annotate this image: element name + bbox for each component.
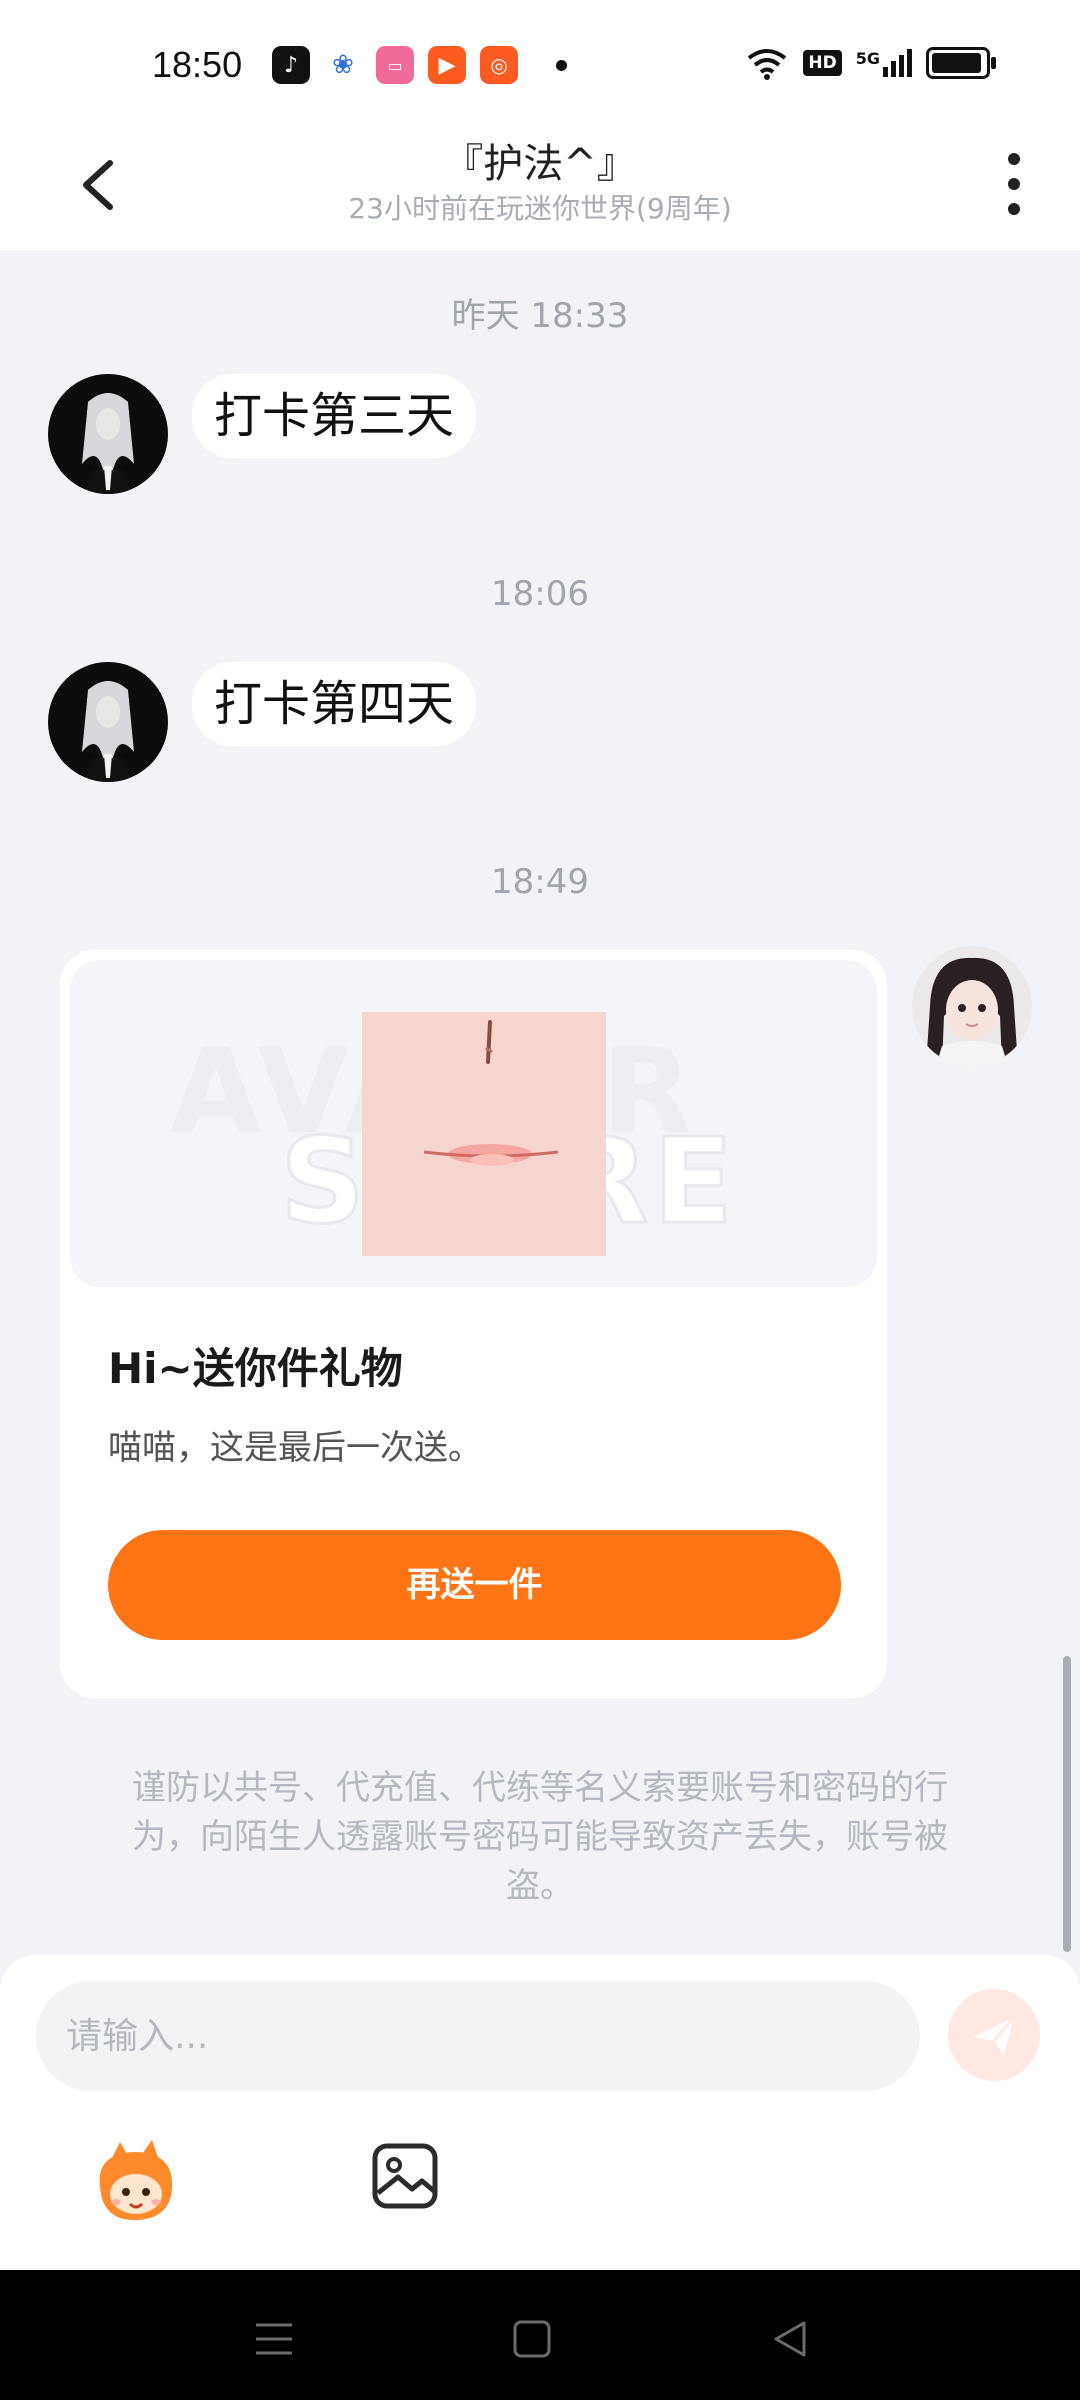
- message-input[interactable]: [36, 1981, 920, 2091]
- back-triangle-icon[interactable]: [766, 2315, 814, 2363]
- contact-avatar[interactable]: [48, 662, 168, 782]
- message-timestamp: 18:06: [491, 574, 589, 614]
- bilibili-icon: ▭: [376, 46, 414, 84]
- status-app-icons: ♪ ❀ ▭ ▶ ◎: [272, 46, 567, 84]
- home-icon[interactable]: [508, 2315, 556, 2363]
- wifi-icon: [748, 49, 787, 80]
- emoji-mascot-icon[interactable]: [90, 2140, 180, 2230]
- network-label: 5G: [855, 49, 880, 68]
- gift-image-area: AVATAR STORE: [70, 960, 877, 1287]
- gift-description: 喵喵，这是最后一次送。: [108, 1428, 482, 1468]
- security-warning: 谨防以共号、代充值、代练等名义索要账号和密码的行为，向陌生人透露账号密码可能导致…: [132, 1768, 948, 1906]
- chat-header: 『护法^』 23小时前在玩迷你世界(9周年): [0, 125, 1080, 250]
- hd-icon: HD: [803, 50, 842, 76]
- video-player-icon: ▶: [428, 46, 466, 84]
- send-icon: [974, 2016, 1016, 2055]
- status-indicators: HD 5G: [745, 46, 996, 80]
- menu-icon[interactable]: [250, 2315, 298, 2363]
- status-bar: 18:50 ♪ ❀ ▭ ▶ ◎ HD 5G: [0, 0, 1080, 125]
- 5g-signal-icon: 5G: [856, 49, 912, 77]
- input-area: [0, 1955, 1080, 2270]
- more-options-icon[interactable]: [992, 149, 1036, 219]
- contact-name: 『护法^』: [443, 141, 637, 187]
- my-avatar[interactable]: [912, 946, 1032, 1066]
- baidu-icon: ❀: [324, 46, 362, 84]
- tiktok-icon: ♪: [272, 46, 310, 84]
- message-bubble[interactable]: 打卡第三天: [192, 374, 477, 458]
- send-button[interactable]: [948, 1989, 1040, 2081]
- contact-avatar[interactable]: [48, 374, 168, 494]
- notification-dot-icon: [556, 59, 567, 71]
- status-time: 18:50: [152, 44, 243, 85]
- gift-title: Hi~送你件礼物: [108, 1344, 403, 1393]
- message-timestamp: 昨天 18:33: [451, 296, 629, 336]
- scrollbar[interactable]: [1063, 1656, 1071, 1952]
- battery-fill: [932, 53, 982, 73]
- message-timestamp: 18:49: [491, 862, 589, 902]
- message-bubble[interactable]: 打卡第四天: [192, 662, 477, 746]
- gift-card[interactable]: AVATAR STORE Hi~送你件礼物 喵喵，这是最后一次送。 再送一件: [60, 950, 887, 1698]
- send-again-button[interactable]: 再送一件: [108, 1530, 841, 1640]
- kuaishou-icon: ◎: [480, 46, 518, 84]
- system-nav-bar: [0, 2270, 1080, 2400]
- image-picker-icon[interactable]: [370, 2141, 440, 2211]
- battery-icon: [926, 47, 996, 79]
- contact-status: 23小时前在玩迷你世界(9周年): [348, 192, 732, 225]
- gift-item-image: [362, 1012, 606, 1256]
